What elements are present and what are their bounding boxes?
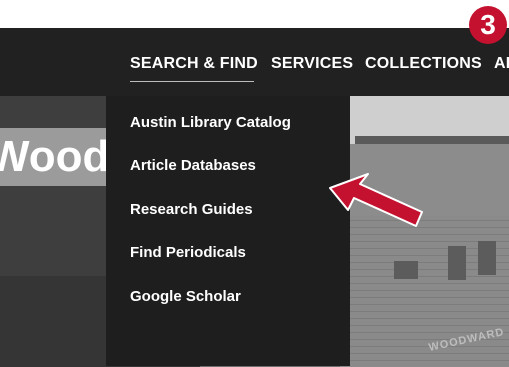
nav-search-and-find[interactable]: SEARCH & FIND (130, 55, 258, 73)
search-and-find-dropdown: Austin Library Catalog Article Databases… (106, 96, 350, 366)
arrow-pointer-icon (329, 173, 423, 227)
active-nav-underline (130, 81, 254, 82)
menu-item-find-periodicals[interactable]: Find Periodicals (130, 244, 246, 261)
menu-item-article-databases[interactable]: Article Databases (130, 157, 256, 174)
nav-collections[interactable]: COLLECTIONS (365, 55, 482, 73)
top-navigation: SEARCH & FIND SERVICES COLLECTIONS AB (0, 28, 509, 96)
woodward-wordmark: Woodw (0, 128, 107, 186)
nav-services[interactable]: SERVICES (271, 55, 353, 73)
nav-about[interactable]: AB (494, 55, 509, 73)
menu-item-austin-library-catalog[interactable]: Austin Library Catalog (130, 114, 291, 131)
step-number-badge: 3 (469, 6, 507, 44)
menu-item-google-scholar[interactable]: Google Scholar (130, 288, 241, 305)
website-frame: WOODWARD Woodw SEARCH & FIND SERVICES CO… (0, 28, 509, 367)
menu-item-research-guides[interactable]: Research Guides (130, 201, 253, 218)
